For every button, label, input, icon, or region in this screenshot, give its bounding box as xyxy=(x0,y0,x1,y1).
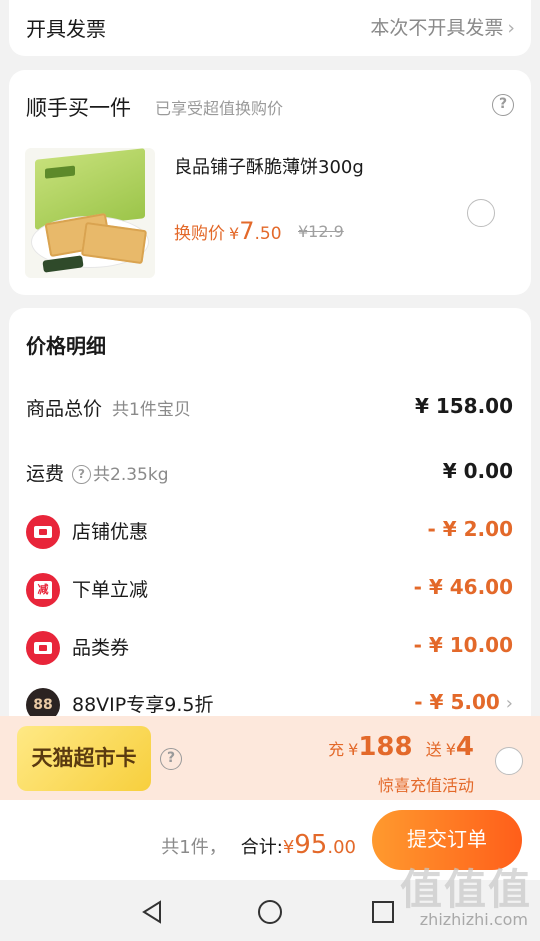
chevron-right-icon: › xyxy=(507,17,515,39)
chevron-right-icon: › xyxy=(505,693,513,714)
ticket-icon xyxy=(26,631,60,665)
add-on-price: 换购价 ¥7.50 xyxy=(174,217,282,245)
invoice-label: 开具发票 xyxy=(26,17,106,41)
shipping-value: ¥ 0.00 xyxy=(442,459,513,483)
help-icon[interactable]: ? xyxy=(160,748,182,770)
ticket-icon xyxy=(26,515,60,549)
recharge-offer: 充 ¥188 送 ¥4 xyxy=(328,732,474,762)
recharge-activity-label: 惊喜充值活动 xyxy=(377,776,474,795)
detail-row-shipping: 运费? 共2.35kg ¥ 0.00 xyxy=(26,459,513,485)
tmall-card-banner: 天猫超市卡 ? 充 ¥188 送 ¥4 惊喜充值活动 xyxy=(0,716,540,800)
help-icon[interactable]: ? xyxy=(492,94,514,116)
price-detail-card: 价格明细 商品总价 共1件宝贝 ¥ 158.00 运费? 共2.35kg ¥ 0.0… xyxy=(9,308,531,768)
subtotal-value: ¥ 158.00 xyxy=(414,394,513,418)
instant-discount-value: - ¥ 46.00 xyxy=(413,575,513,599)
category-coupon-value: - ¥ 10.00 xyxy=(413,633,513,657)
product-image[interactable] xyxy=(25,148,155,278)
add-on-subtitle: 已享受超值换购价 xyxy=(155,99,284,118)
invoice-card[interactable]: 开具发票 本次不开具发票 › xyxy=(9,0,531,56)
watermark-url: zhizhizhi.com xyxy=(419,910,528,929)
add-on-purchase-card: 顺手买一件 已享受超值换购价 ? 良品铺子酥脆薄饼300g 换购价 ¥7.50 ¥… xyxy=(9,70,531,295)
original-price: ¥12.9 xyxy=(298,222,344,241)
detail-row-88vip[interactable]: 88 88VIP专享9.5折 - ¥ 5.00 › xyxy=(26,688,513,722)
watermark-logo: 值值值 xyxy=(399,865,532,914)
jian-icon: 减 xyxy=(26,573,60,607)
detail-row-shop-discount: 店铺优惠 - ¥ 2.00 xyxy=(26,515,514,549)
vip-discount-value: - ¥ 5.00 › xyxy=(414,690,513,714)
add-on-title: 顺手买一件 xyxy=(26,96,131,120)
detail-row-instant-discount: 减 下单立减 - ¥ 46.00 xyxy=(26,573,513,607)
product-name[interactable]: 良品铺子酥脆薄饼300g xyxy=(174,153,364,179)
shop-discount-value: - ¥ 2.00 xyxy=(427,517,514,541)
add-on-select-radio[interactable] xyxy=(467,199,495,227)
home-icon[interactable] xyxy=(256,899,284,927)
order-total: 共1件， 合计:¥95.00 xyxy=(161,830,356,860)
back-icon[interactable] xyxy=(140,899,166,925)
help-icon[interactable]: ? xyxy=(72,465,92,484)
tmall-card-badge[interactable]: 天猫超市卡 xyxy=(17,726,151,791)
recent-apps-icon[interactable] xyxy=(370,899,396,925)
tmall-card-select-radio[interactable] xyxy=(495,747,523,775)
invoice-value[interactable]: 本次不开具发票 › xyxy=(370,13,515,40)
detail-row-subtotal: 商品总价 共1件宝贝 ¥ 158.00 xyxy=(26,394,513,420)
detail-row-category-coupon: 品类券 - ¥ 10.00 xyxy=(26,631,513,665)
price-detail-title: 价格明细 xyxy=(26,334,106,358)
